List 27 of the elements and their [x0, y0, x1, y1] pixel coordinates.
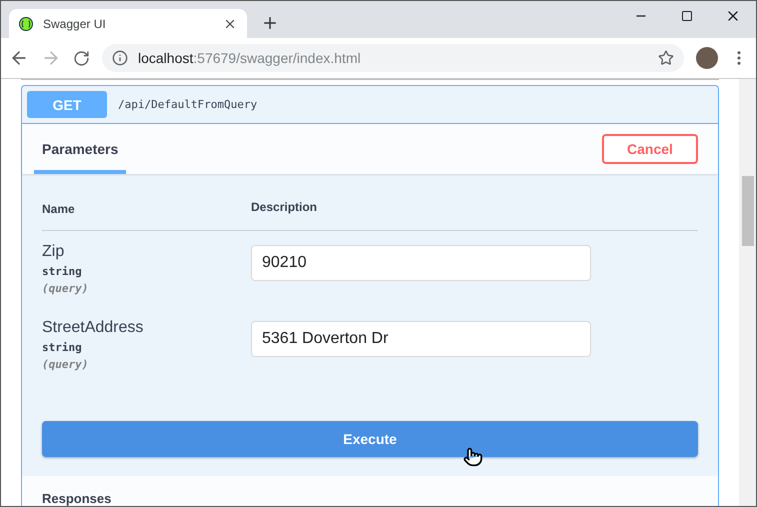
- input-field[interactable]: 5361 Doverton Dr: [251, 321, 591, 357]
- avatar[interactable]: [696, 47, 718, 69]
- address-bar[interactable]: localhost:57679/swagger/index.html: [102, 44, 684, 72]
- reload-icon[interactable]: [73, 50, 90, 66]
- globe-icon: [19, 16, 33, 30]
- parameter-location: (query): [42, 282, 90, 295]
- parameter-type: string: [42, 265, 83, 278]
- column-header: Name: [42, 202, 75, 216]
- endpoint-path: /api/DefaultFromQuery: [118, 98, 258, 111]
- parameter-name: StreetAddress: [42, 319, 144, 337]
- url-text: localhost:57679/swagger/index.html: [138, 50, 362, 66]
- bookmark-star-icon[interactable]: [658, 50, 674, 66]
- parameter-name: Zip: [42, 243, 66, 261]
- method-badge: GET: [27, 91, 107, 118]
- info-icon: [112, 50, 128, 66]
- new-tab-icon[interactable]: [261, 14, 279, 32]
- parameter-type: string: [42, 341, 83, 354]
- parameters-tab[interactable]: Parameters: [34, 124, 126, 174]
- maximize-icon[interactable]: [681, 10, 693, 22]
- input-field[interactable]: 90210: [251, 245, 591, 281]
- hand-cursor-icon: [463, 447, 483, 467]
- parameter-location: (query): [42, 358, 90, 371]
- responses-heading: Responses: [42, 491, 112, 506]
- browser-tab[interactable]: Swagger UI: [9, 9, 247, 38]
- scrollbar[interactable]: [739, 79, 756, 506]
- column-header: Description: [251, 200, 318, 216]
- tab-title: Swagger UI: [43, 16, 107, 30]
